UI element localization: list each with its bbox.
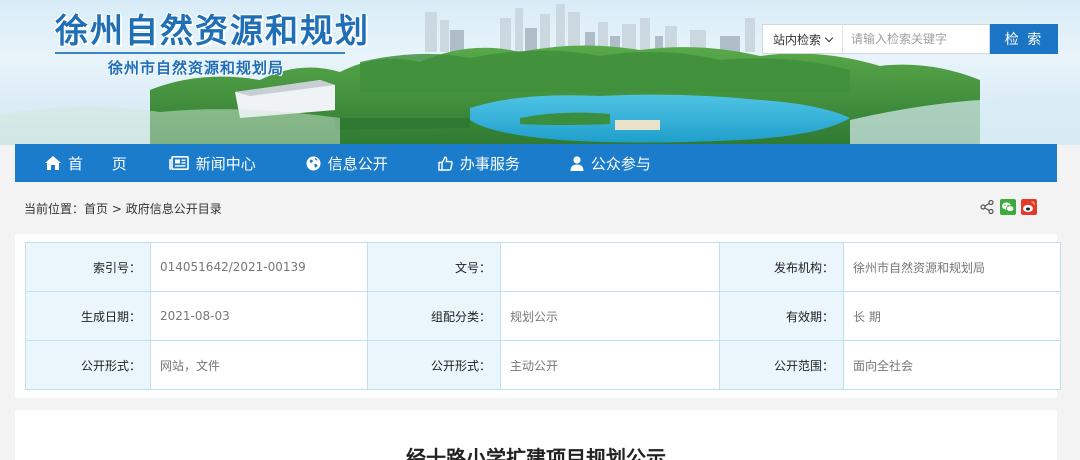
table-value-cell: 主动公开 <box>500 340 720 390</box>
thumbs-up-icon <box>438 156 453 171</box>
title-divider <box>55 52 345 54</box>
share-icon[interactable] <box>979 199 995 215</box>
site-subtitle: 徐州市自然资源和规划局 <box>108 59 285 77</box>
search-input[interactable] <box>842 24 990 54</box>
table-value-cell: 长 期 <box>843 291 1061 341</box>
breadcrumb-bar: 当前位置：首页 > 政府信息公开目录 <box>15 182 1057 234</box>
nav-item-label: 首 页 <box>68 154 139 173</box>
search-scope-dropdown[interactable]: 站内检索 <box>762 24 842 54</box>
site-title: 徐州自然资源和规划 <box>55 11 370 50</box>
breadcrumb-prefix: 当前位置： <box>24 201 85 216</box>
info-metadata-table: 索引号： 014051642/2021-00139 文号： 发布机构： 徐州市自… <box>25 242 1061 390</box>
main-nav: 首 页 新闻中心 信息公开 办事服务 公众参与 <box>15 144 1057 182</box>
table-value-cell: 规划公示 <box>500 291 720 341</box>
breadcrumb-separator: > <box>108 201 126 216</box>
nav-item-home[interactable]: 首 页 <box>45 144 139 182</box>
table-key-cell: 公开形式： <box>367 340 501 390</box>
table-key-cell: 公开范围： <box>719 340 844 390</box>
table-value-cell: 徐州市自然资源和规划局 <box>843 242 1061 292</box>
table-row: 索引号： 014051642/2021-00139 文号： 发布机构： 徐州市自… <box>25 242 1061 292</box>
table-value-cell: 2021-08-03 <box>150 291 368 341</box>
table-row: 公开形式： 网站，文件 公开形式： 主动公开 公开范围： 面向全社会 <box>25 340 1061 390</box>
table-key-cell: 发布机构： <box>719 242 844 292</box>
table-key-cell: 索引号： <box>25 242 151 292</box>
header-banner: 徐州自然资源和规划 徐州市自然资源和规划局 站内检索 检 索 <box>0 0 1080 145</box>
nav-item-news[interactable]: 新闻中心 <box>168 144 256 182</box>
table-value-cell: 面向全社会 <box>843 340 1061 390</box>
table-value-cell: 网站，文件 <box>150 340 368 390</box>
table-row: 生成日期： 2021-08-03 组配分类： 规划公示 有效期： 长 期 <box>25 291 1061 341</box>
nav-item-public-participation[interactable]: 公众参与 <box>570 144 651 182</box>
nav-item-label: 公众参与 <box>590 154 651 173</box>
article-panel: 经十路小学扩建项目规划公示 <box>15 410 1057 460</box>
site-search: 站内检索 检 索 <box>762 24 1058 54</box>
nav-item-label: 办事服务 <box>459 154 520 173</box>
nav-item-info-disclosure[interactable]: 信息公开 <box>306 144 388 182</box>
table-key-cell: 文号： <box>367 242 501 292</box>
user-icon <box>570 155 584 171</box>
wechat-icon[interactable] <box>1000 199 1016 215</box>
table-key-cell: 组配分类： <box>367 291 501 341</box>
table-value-cell: 014051642/2021-00139 <box>150 242 368 292</box>
newspaper-icon <box>168 156 189 170</box>
home-icon <box>45 156 61 170</box>
table-value-cell <box>500 242 720 292</box>
table-key-cell: 有效期： <box>719 291 844 341</box>
globe-icon <box>306 156 321 170</box>
breadcrumb-home-link[interactable]: 首页 <box>84 202 108 216</box>
nav-item-label: 信息公开 <box>327 154 388 173</box>
search-scope-label: 站内检索 <box>772 32 821 47</box>
breadcrumb-current-link[interactable]: 政府信息公开目录 <box>126 202 222 216</box>
chevron-down-icon <box>824 33 834 42</box>
info-metadata-panel: 索引号： 014051642/2021-00139 文号： 发布机构： 徐州市自… <box>15 234 1061 398</box>
breadcrumb: 当前位置：首页 > 政府信息公开目录 <box>24 200 222 217</box>
table-key-cell: 生成日期： <box>25 291 151 341</box>
article-title: 经十路小学扩建项目规划公示 <box>406 446 666 460</box>
table-key-cell: 公开形式： <box>25 340 151 390</box>
share-tools <box>979 199 1037 215</box>
weibo-icon[interactable] <box>1021 199 1037 215</box>
nav-item-label: 新闻中心 <box>195 154 256 173</box>
search-button[interactable]: 检 索 <box>990 24 1058 54</box>
nav-item-services[interactable]: 办事服务 <box>438 144 520 182</box>
